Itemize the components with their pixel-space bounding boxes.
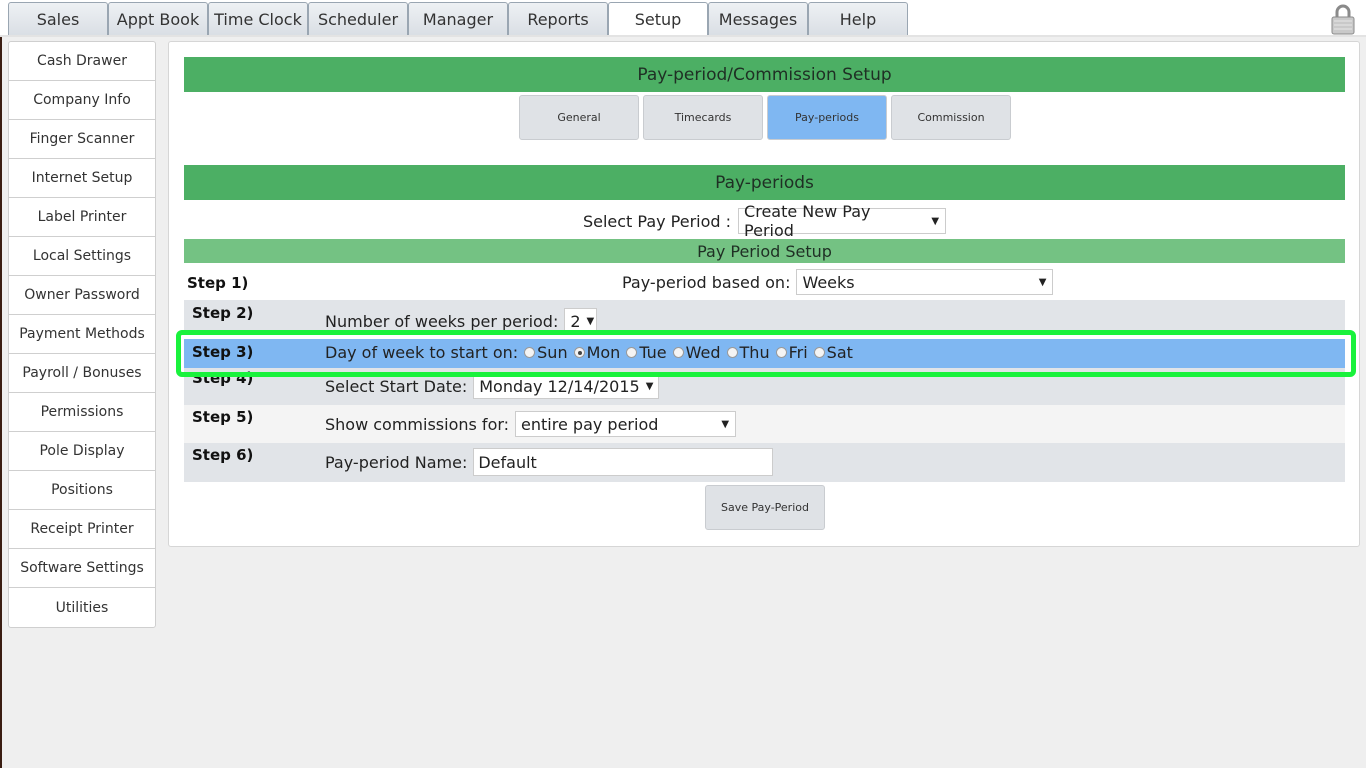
lock-icon[interactable] xyxy=(1330,3,1356,35)
radio-fri[interactable] xyxy=(775,347,787,358)
step-6-content: Pay-period Name: Default xyxy=(325,448,774,476)
weeks-per-period-select[interactable]: 2 ▼ xyxy=(564,308,598,334)
tab-time-clock[interactable]: Time Clock xyxy=(208,2,308,36)
radio-mon-label: Mon xyxy=(586,343,621,362)
step-1-content: Pay-period based on: Weeks ▼ xyxy=(622,269,1054,295)
step-2-text: Number of weeks per period: xyxy=(325,311,559,331)
dropdown-arrow-icon: ▼ xyxy=(645,380,654,392)
commission-scope-select[interactable]: entire pay period ▼ xyxy=(515,411,737,437)
tab-help[interactable]: Help xyxy=(808,2,908,36)
tab-pay-periods[interactable]: Pay-periods xyxy=(767,95,887,140)
dropdown-arrow-icon: ▼ xyxy=(931,215,940,227)
radio-thu[interactable] xyxy=(726,347,738,358)
tab-reports[interactable]: Reports xyxy=(508,2,608,36)
step-4-text: Select Start Date: xyxy=(325,376,468,396)
step-1-text: Pay-period based on: xyxy=(622,272,791,292)
section-title: Pay-periods xyxy=(184,165,1345,200)
radio-sun[interactable] xyxy=(524,347,536,358)
radio-fri-label: Fri xyxy=(788,343,808,362)
sidebar-item-cash-drawer[interactable]: Cash Drawer xyxy=(9,42,155,81)
tab-messages[interactable]: Messages xyxy=(708,2,808,36)
sidebar-item-utilities[interactable]: Utilities xyxy=(9,588,155,627)
sidebar-item-receipt-printer[interactable]: Receipt Printer xyxy=(9,510,155,549)
sidebar-item-pole-display[interactable]: Pole Display xyxy=(9,432,155,471)
sidebar-item-owner-password[interactable]: Owner Password xyxy=(9,276,155,315)
radio-sat-label: Sat xyxy=(826,343,853,362)
tab-setup[interactable]: Setup xyxy=(608,2,708,36)
step-row-1: Step 1) Pay-period based on: Weeks ▼ xyxy=(184,265,1345,300)
step-row-5: Step 5) Show commissions for: entire pay… xyxy=(184,405,1345,443)
tab-sales[interactable]: Sales xyxy=(8,2,108,36)
step-5-content: Show commissions for: entire pay period … xyxy=(325,411,737,437)
radio-tue-label: Tue xyxy=(639,343,667,362)
start-date-select[interactable]: Monday 12/14/2015 ▼ xyxy=(473,373,660,399)
tab-appt-book[interactable]: Appt Book xyxy=(108,2,208,36)
radio-wed-label: Wed xyxy=(685,343,721,362)
sidebar-item-internet-setup[interactable]: Internet Setup xyxy=(9,159,155,198)
pay-period-select-value: Create New Pay Period xyxy=(744,202,871,240)
step-4-label: Step 4) xyxy=(192,369,254,387)
sidebar-item-local-settings[interactable]: Local Settings xyxy=(9,237,155,276)
tab-manager[interactable]: Manager xyxy=(408,2,508,36)
step-3-content: Day of week to start on: Sun Mon Tue Wed… xyxy=(325,343,853,362)
period-basis-select[interactable]: Weeks ▼ xyxy=(796,269,1054,295)
sidebar-item-company-info[interactable]: Company Info xyxy=(9,81,155,120)
dropdown-arrow-icon: ▼ xyxy=(1038,276,1047,288)
setup-sidebar: Cash Drawer Company Info Finger Scanner … xyxy=(8,41,156,628)
sidebar-item-label-printer[interactable]: Label Printer xyxy=(9,198,155,237)
commission-scope-value: entire pay period xyxy=(521,414,659,434)
dropdown-arrow-icon: ▼ xyxy=(721,418,730,430)
period-basis-value: Weeks xyxy=(802,272,855,292)
pay-period-name-input[interactable]: Default xyxy=(473,448,774,476)
step-1-label: Step 1) xyxy=(187,274,249,292)
step-row-3: Step 3) Day of week to start on: Sun Mon… xyxy=(184,339,1345,368)
sidebar-item-payment-methods[interactable]: Payment Methods xyxy=(9,315,155,354)
sidebar-item-software-settings[interactable]: Software Settings xyxy=(9,549,155,588)
step-5-text: Show commissions for: xyxy=(325,414,510,434)
radio-wed[interactable] xyxy=(672,347,684,358)
start-date-value: Monday 12/14/2015 xyxy=(479,376,640,396)
step-3-text: Day of week to start on: xyxy=(325,343,519,362)
tab-scheduler[interactable]: Scheduler xyxy=(308,2,408,36)
sidebar-item-payroll-bonuses[interactable]: Payroll / Bonuses xyxy=(9,354,155,393)
radio-thu-label: Thu xyxy=(739,343,770,362)
step-5-label: Step 5) xyxy=(192,408,254,426)
radio-sun-label: Sun xyxy=(537,343,568,362)
top-nav: Sales Appt Book Time Clock Scheduler Man… xyxy=(0,0,1366,37)
dropdown-arrow-icon: ▼ xyxy=(586,315,595,327)
radio-sat[interactable] xyxy=(813,347,825,358)
setup-subtitle: Pay Period Setup xyxy=(184,239,1345,263)
tab-timecards[interactable]: Timecards xyxy=(643,95,763,140)
select-pay-period-row: Select Pay Period : Create New Pay Perio… xyxy=(184,202,1345,240)
tab-general[interactable]: General xyxy=(519,95,639,140)
nav-divider xyxy=(0,35,1366,37)
step-3-label: Step 3) xyxy=(192,343,254,361)
step-6-label: Step 6) xyxy=(192,446,254,464)
sidebar-item-permissions[interactable]: Permissions xyxy=(9,393,155,432)
main-panel: Pay-period/Commission Setup General Time… xyxy=(168,41,1360,547)
sidebar-item-finger-scanner[interactable]: Finger Scanner xyxy=(9,120,155,159)
step-row-4: Step 4) Select Start Date: Monday 12/14/… xyxy=(184,366,1345,405)
step-4-content: Select Start Date: Monday 12/14/2015 ▼ xyxy=(325,373,660,399)
step-2-label: Step 2) xyxy=(192,304,254,322)
weeks-per-period-value: 2 xyxy=(570,311,581,331)
step-6-text: Pay-period Name: xyxy=(325,452,468,472)
tab-commission[interactable]: Commission xyxy=(891,95,1011,140)
save-pay-period-button[interactable]: Save Pay-Period xyxy=(705,485,825,530)
radio-tue[interactable] xyxy=(626,347,638,358)
step-row-6: Step 6) Pay-period Name: Default xyxy=(184,443,1345,482)
window-edge xyxy=(0,0,2,768)
page-title: Pay-period/Commission Setup xyxy=(184,57,1345,92)
step-row-2: Step 2) Number of weeks per period: 2 ▼ xyxy=(184,300,1345,335)
step-2-content: Number of weeks per period: 2 ▼ xyxy=(325,308,598,334)
sub-tabs: General Timecards Pay-periods Commission xyxy=(519,95,1011,140)
sidebar-item-positions[interactable]: Positions xyxy=(9,471,155,510)
radio-mon[interactable] xyxy=(573,347,585,358)
select-pay-period-label: Select Pay Period : xyxy=(582,211,732,231)
pay-period-select[interactable]: Create New Pay Period ▼ xyxy=(738,202,947,240)
